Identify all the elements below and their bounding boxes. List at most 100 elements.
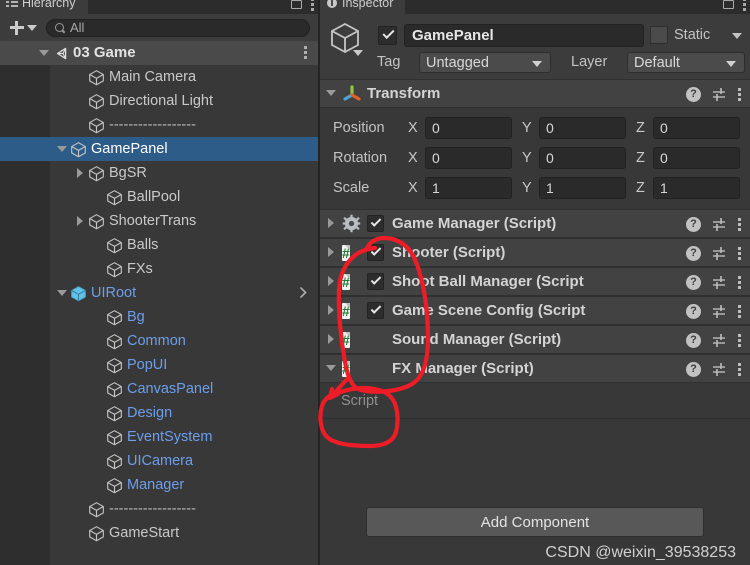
gameobject-name-input[interactable]: GamePanel bbox=[404, 24, 644, 47]
maximize-icon[interactable] bbox=[291, 0, 302, 9]
component-foldout[interactable] bbox=[320, 325, 342, 354]
kebab-menu-icon[interactable] bbox=[738, 87, 741, 102]
scene-menu-icon[interactable] bbox=[304, 46, 307, 59]
component-foldout[interactable] bbox=[320, 296, 342, 325]
hierarchy-item-label: Bg bbox=[127, 309, 145, 325]
rotation-x-input[interactable]: 0 bbox=[425, 147, 512, 169]
tab-hierarchy[interactable]: Hierarchy bbox=[0, 0, 88, 14]
hierarchy-item-gamestart[interactable]: GameStart bbox=[0, 521, 318, 545]
component-enabled-checkbox[interactable] bbox=[367, 244, 384, 261]
kebab-menu-icon[interactable] bbox=[738, 275, 741, 290]
help-icon[interactable]: ? bbox=[686, 304, 701, 319]
hierarchy-item-03-game[interactable]: 03 Game bbox=[0, 41, 318, 65]
component-header-game-scene-config-script[interactable]: # Game Scene Config (Script? bbox=[320, 296, 750, 325]
create-gameobject-button[interactable] bbox=[6, 19, 40, 36]
rotation-z-input[interactable]: 0 bbox=[653, 147, 740, 169]
hierarchy-item-design[interactable]: Design bbox=[0, 401, 318, 425]
add-component-button[interactable]: Add Component bbox=[366, 507, 704, 537]
kebab-menu-icon[interactable] bbox=[738, 304, 741, 319]
cube-icon bbox=[106, 261, 123, 278]
scale-x-input[interactable]: 1 bbox=[425, 177, 512, 199]
kebab-menu-icon[interactable] bbox=[738, 362, 741, 377]
static-checkbox[interactable] bbox=[650, 26, 668, 44]
foldout-toggle[interactable] bbox=[72, 209, 88, 233]
component-header-sound-manager-script[interactable]: # Sound Manager (Script)? bbox=[320, 325, 750, 354]
component-header-game-manager-script[interactable]: Game Manager (Script)? bbox=[320, 209, 750, 238]
help-icon[interactable]: ? bbox=[686, 246, 701, 261]
position-x-input[interactable]: 0 bbox=[425, 117, 512, 139]
hierarchy-item-bgsr[interactable]: BgSR bbox=[0, 161, 318, 185]
hierarchy-item-shootertrans[interactable]: ShooterTrans bbox=[0, 209, 318, 233]
hierarchy-item-main-camera[interactable]: Main Camera bbox=[0, 65, 318, 89]
hierarchy-item-[interactable]: ------------------ bbox=[0, 113, 318, 137]
position-z-input[interactable]: 0 bbox=[653, 117, 740, 139]
preset-icon[interactable] bbox=[712, 246, 727, 261]
component-header-shoot-ball-manager-script[interactable]: # Shoot Ball Manager (Script? bbox=[320, 267, 750, 296]
preset-svg bbox=[713, 88, 725, 101]
preset-icon[interactable] bbox=[712, 275, 727, 290]
hierarchy-item-[interactable]: ------------------ bbox=[0, 497, 318, 521]
scale-y-input[interactable]: 1 bbox=[539, 177, 626, 199]
hierarchy-item-eventsystem[interactable]: EventSystem bbox=[0, 425, 318, 449]
help-icon[interactable]: ? bbox=[686, 362, 701, 377]
tab-inspector[interactable]: Inspector bbox=[320, 0, 406, 14]
hierarchy-item-common[interactable]: Common bbox=[0, 329, 318, 353]
position-y-input[interactable]: 0 bbox=[539, 117, 626, 139]
component-foldout[interactable] bbox=[320, 209, 342, 238]
component-enabled-checkbox[interactable] bbox=[367, 215, 384, 232]
rotation-y-input[interactable]: 0 bbox=[539, 147, 626, 169]
search-input[interactable]: All bbox=[46, 18, 310, 37]
csharp-script-glyph: # bbox=[342, 302, 350, 319]
tag-dropdown[interactable]: Untagged bbox=[419, 52, 551, 73]
component-header-shooter-script[interactable]: # Shooter (Script)? bbox=[320, 238, 750, 267]
maximize-icon[interactable] bbox=[723, 0, 734, 9]
preset-icon[interactable] bbox=[712, 333, 727, 348]
chevron-down-icon[interactable] bbox=[353, 50, 363, 56]
help-icon[interactable]: ? bbox=[686, 333, 701, 348]
kebab-menu-icon[interactable] bbox=[738, 246, 741, 261]
hierarchy-item-canvaspanel[interactable]: CanvasPanel bbox=[0, 377, 318, 401]
component-header-fx-manager-script[interactable]: # FX Manager (Script)? bbox=[320, 354, 750, 383]
help-icon[interactable]: ? bbox=[686, 275, 701, 290]
component-header-transform[interactable]: Transform ? bbox=[320, 79, 750, 108]
hierarchy-menu-icon[interactable] bbox=[311, 0, 314, 11]
open-prefab-icon[interactable] bbox=[299, 285, 308, 300]
component-row-icons: ? bbox=[686, 362, 741, 377]
hierarchy-item-manager[interactable]: Manager bbox=[0, 473, 318, 497]
hierarchy-tabstrip: Hierarchy bbox=[0, 0, 318, 14]
component-enabled-checkbox[interactable] bbox=[367, 302, 384, 319]
help-icon[interactable]: ? bbox=[686, 87, 701, 102]
hierarchy-item-bg[interactable]: Bg bbox=[0, 305, 318, 329]
transform-foldout[interactable] bbox=[320, 79, 342, 108]
hierarchy-item-directional-light[interactable]: Directional Light bbox=[0, 89, 318, 113]
scale-z-input[interactable]: 1 bbox=[653, 177, 740, 199]
hierarchy-item-balls[interactable]: Balls bbox=[0, 233, 318, 257]
hierarchy-item-ballpool[interactable]: BallPool bbox=[0, 185, 318, 209]
help-icon[interactable]: ? bbox=[686, 217, 701, 232]
gameobject-enabled-checkbox[interactable] bbox=[378, 26, 397, 45]
component-enabled-checkbox[interactable] bbox=[367, 273, 384, 290]
hierarchy-item-gamepanel[interactable]: GamePanel bbox=[0, 137, 318, 161]
foldout-toggle[interactable] bbox=[54, 281, 70, 305]
chevron-down-icon bbox=[27, 24, 37, 31]
preset-icon[interactable] bbox=[712, 362, 727, 377]
foldout-toggle[interactable] bbox=[72, 161, 88, 185]
hierarchy-item-popui[interactable]: PopUI bbox=[0, 353, 318, 377]
foldout-toggle[interactable] bbox=[54, 137, 70, 161]
preset-icon[interactable] bbox=[712, 304, 727, 319]
foldout-placeholder bbox=[72, 65, 88, 89]
component-foldout[interactable] bbox=[320, 354, 342, 383]
component-foldout[interactable] bbox=[320, 238, 342, 267]
preset-icon[interactable] bbox=[712, 217, 727, 232]
static-dropdown-icon[interactable] bbox=[732, 33, 742, 39]
kebab-menu-icon[interactable] bbox=[738, 217, 741, 232]
hierarchy-item-uiroot[interactable]: UIRoot bbox=[0, 281, 318, 305]
hierarchy-item-fxs[interactable]: FXs bbox=[0, 257, 318, 281]
layer-dropdown[interactable]: Default bbox=[627, 52, 745, 73]
kebab-menu-icon[interactable] bbox=[738, 333, 741, 348]
foldout-toggle[interactable] bbox=[36, 41, 52, 65]
preset-icon[interactable] bbox=[712, 87, 727, 102]
inspector-menu-icon[interactable] bbox=[743, 0, 746, 11]
hierarchy-item-uicamera[interactable]: UICamera bbox=[0, 449, 318, 473]
component-foldout[interactable] bbox=[320, 267, 342, 296]
